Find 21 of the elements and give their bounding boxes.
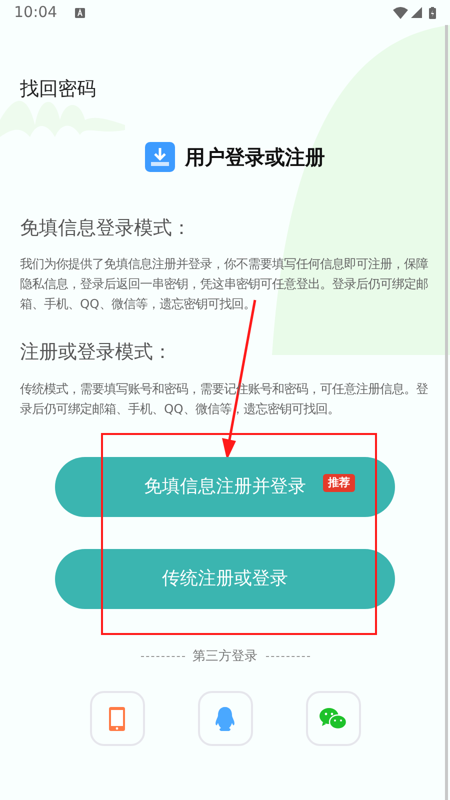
third-party-login-button[interactable] xyxy=(306,691,360,746)
section-description: 我们为你提供了免填信息注册并登录，你不需要填写任何信息即可注册，保障隐私信息，登录后返回一串密钥，凭这串密钥可任意登出。登录后仍可绑定邮箱、手机、QQ、微信等，遗忘密钥可找回。 xyxy=(20,256,429,313)
notification-icon xyxy=(75,8,86,18)
phone-icon xyxy=(108,706,126,732)
header-title: 用户登录或注册 xyxy=(185,144,325,170)
section-heading: 注册或登录模式： xyxy=(20,340,173,365)
third-party-login-button[interactable] xyxy=(90,691,144,746)
section-heading: 免填信息登录模式： xyxy=(20,216,192,240)
login-button[interactable]: 传统注册或登录 xyxy=(55,548,395,608)
third-party-label: 第三方登录 xyxy=(192,648,258,666)
wifi-icon xyxy=(393,6,408,18)
recommended-badge: 推荐 xyxy=(323,474,355,492)
third-party-login-button[interactable] xyxy=(198,691,252,746)
chat-bubbles-icon xyxy=(319,706,347,730)
download-icon xyxy=(145,142,175,172)
signal-icon xyxy=(411,7,422,18)
penguin-icon xyxy=(214,706,236,732)
battery-icon xyxy=(429,6,436,18)
status-time: 10:04 xyxy=(14,2,58,24)
login-button[interactable]: 免填信息注册并登录 推荐 xyxy=(55,456,395,516)
recover-password-link[interactable]: 找回密码 xyxy=(20,75,96,104)
